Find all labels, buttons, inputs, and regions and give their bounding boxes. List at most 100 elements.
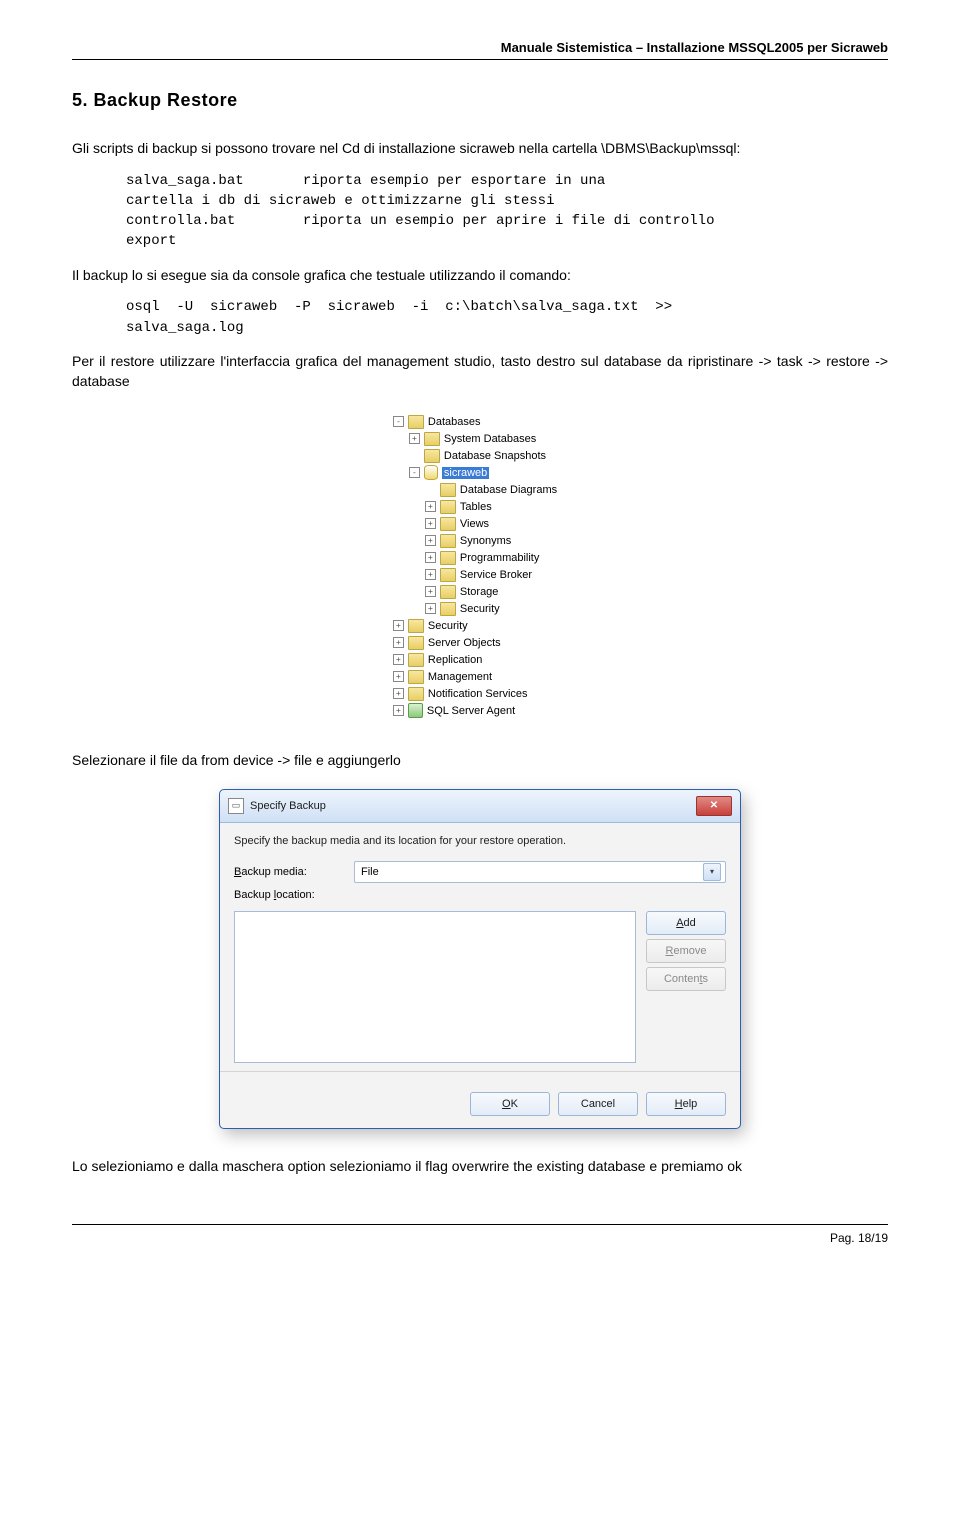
tree-node[interactable]: -Databases	[377, 413, 557, 430]
tree-node[interactable]: +Security	[377, 600, 557, 617]
tree-node-label: Synonyms	[460, 535, 511, 547]
tree-node[interactable]: + Tables	[377, 498, 557, 515]
tree-node[interactable]: + Management	[377, 668, 557, 685]
backup-location-post: ocation:	[276, 889, 315, 901]
tree-node[interactable]: + SQL Server Agent	[377, 702, 557, 719]
tree-node-label: Tables	[460, 501, 492, 513]
tree-node-label: Server Objects	[428, 637, 501, 649]
tree-node[interactable]: + Server Objects	[377, 634, 557, 651]
page-footer: Pag. 18/19	[72, 1224, 888, 1245]
backup-paragraph: Il backup lo si esegue sia da console gr…	[72, 266, 888, 286]
tree-expander-icon[interactable]: +	[393, 620, 404, 631]
add-text: dd	[684, 917, 696, 929]
backup-location-listbox[interactable]	[234, 911, 636, 1063]
ok-button[interactable]: OK	[470, 1092, 550, 1116]
script-desc-1: riporta esempio per esportare in una	[303, 173, 605, 189]
folder-icon	[440, 517, 456, 531]
tree-node-label: Database Snapshots	[444, 450, 546, 462]
tree-node[interactable]: · Database Snapshots	[377, 447, 557, 464]
close-button[interactable]: ✕	[696, 796, 732, 816]
tree-node[interactable]: + Synonyms	[377, 532, 557, 549]
tree-expander-icon[interactable]: +	[393, 671, 404, 682]
script-line-4: export	[126, 233, 176, 249]
command-block: osql -U sicraweb -P sicraweb -i c:\batch…	[126, 297, 888, 338]
backup-media-combo[interactable]: File ▾	[354, 861, 726, 883]
contents-button[interactable]: Contents	[646, 967, 726, 991]
tree-node-label: Storage	[460, 586, 499, 598]
dialog-titlebar: ▭ Specify Backup ✕	[220, 790, 740, 823]
add-button[interactable]: Add	[646, 911, 726, 935]
section-title-text: Backup Restore	[94, 90, 238, 110]
help-button[interactable]: Help	[646, 1092, 726, 1116]
tree-node-label: Notification Services	[428, 688, 528, 700]
tree-expander-icon[interactable]: +	[425, 535, 436, 546]
contents-post: s	[703, 973, 709, 985]
remove-text: emove	[673, 945, 706, 957]
dialog-instruction: Specify the backup media and its locatio…	[234, 835, 726, 847]
tree-expander-icon[interactable]: +	[425, 603, 436, 614]
folder-icon	[408, 636, 424, 650]
remove-button[interactable]: Remove	[646, 939, 726, 963]
tree-node[interactable]: + Storage	[377, 583, 557, 600]
ok-text: K	[511, 1098, 518, 1110]
folder-icon	[424, 432, 440, 446]
folder-icon	[440, 551, 456, 565]
folder-icon	[440, 568, 456, 582]
command-line-2: salva_saga.log	[126, 320, 244, 336]
tree-expander-icon[interactable]: +	[425, 501, 436, 512]
tree-expander-icon: ·	[409, 450, 420, 461]
tree-expander-icon[interactable]: +	[425, 586, 436, 597]
cancel-button[interactable]: Cancel	[558, 1092, 638, 1116]
tree-expander-icon[interactable]: +	[425, 569, 436, 580]
script-name-2: controlla.bat	[126, 211, 286, 231]
tree-node[interactable]: · Database Diagrams	[377, 481, 557, 498]
tree-node[interactable]: +System Databases	[377, 430, 557, 447]
tree-node[interactable]: -sicraweb	[377, 464, 557, 481]
tree-node[interactable]: + Programmability	[377, 549, 557, 566]
backup-media-label-text: ackup media:	[241, 866, 306, 878]
tree-node-label: Programmability	[460, 552, 539, 564]
tree-node[interactable]: + Notification Services	[377, 685, 557, 702]
tree-node-label: Database Diagrams	[460, 484, 557, 496]
help-text: elp	[683, 1098, 698, 1110]
tree-node-label: Service Broker	[460, 569, 532, 581]
folder-icon	[440, 483, 456, 497]
tree-expander-icon[interactable]: +	[393, 637, 404, 648]
script-name-1: salva_saga.bat	[126, 171, 286, 191]
page-header: Manuale Sistemistica – Installazione MSS…	[72, 40, 888, 60]
select-file-paragraph: Selezionare il file da from device -> fi…	[72, 751, 888, 771]
backup-location-label: Backup location:	[234, 889, 354, 901]
object-explorer-tree: -Databases+System Databases · Database Sna…	[373, 409, 587, 723]
final-paragraph: Lo selezioniamo e dalla maschera option …	[72, 1157, 888, 1177]
tree-node-label: Management	[428, 671, 492, 683]
tree-node[interactable]: +Replication	[377, 651, 557, 668]
tree-node[interactable]: +Views	[377, 515, 557, 532]
tree-expander-icon[interactable]: -	[409, 467, 420, 478]
tree-expander-icon[interactable]: -	[393, 416, 404, 427]
folder-icon	[440, 534, 456, 548]
tree-node[interactable]: + Service Broker	[377, 566, 557, 583]
contents-pre: Conten	[664, 973, 699, 985]
dialog-title-icon: ▭	[228, 798, 244, 814]
section-number: 5.	[72, 90, 88, 110]
folder-icon	[408, 687, 424, 701]
folder-icon	[408, 653, 424, 667]
tree-expander-icon[interactable]: +	[409, 433, 420, 444]
tree-node[interactable]: +Security	[377, 617, 557, 634]
tree-expander-icon[interactable]: +	[393, 688, 404, 699]
specify-backup-dialog: ▭ Specify Backup ✕ Specify the backup me…	[219, 789, 741, 1129]
backup-location-pre: Backup	[234, 889, 274, 901]
script-desc-2: riporta un esempio per aprire i file di …	[303, 213, 715, 229]
folder-icon	[424, 449, 440, 463]
section-heading: 5. Backup Restore	[72, 90, 888, 111]
database-icon	[424, 465, 438, 480]
backup-media-value: File	[361, 866, 379, 878]
tree-expander-icon[interactable]: +	[425, 518, 436, 529]
tree-expander-icon[interactable]: +	[425, 552, 436, 563]
folder-icon	[408, 415, 424, 429]
tree-node-label: SQL Server Agent	[427, 705, 515, 717]
tree-expander-icon[interactable]: +	[393, 654, 404, 665]
tree-expander-icon[interactable]: +	[393, 705, 404, 716]
close-icon: ✕	[710, 800, 718, 811]
tree-expander-icon: ·	[425, 484, 436, 495]
